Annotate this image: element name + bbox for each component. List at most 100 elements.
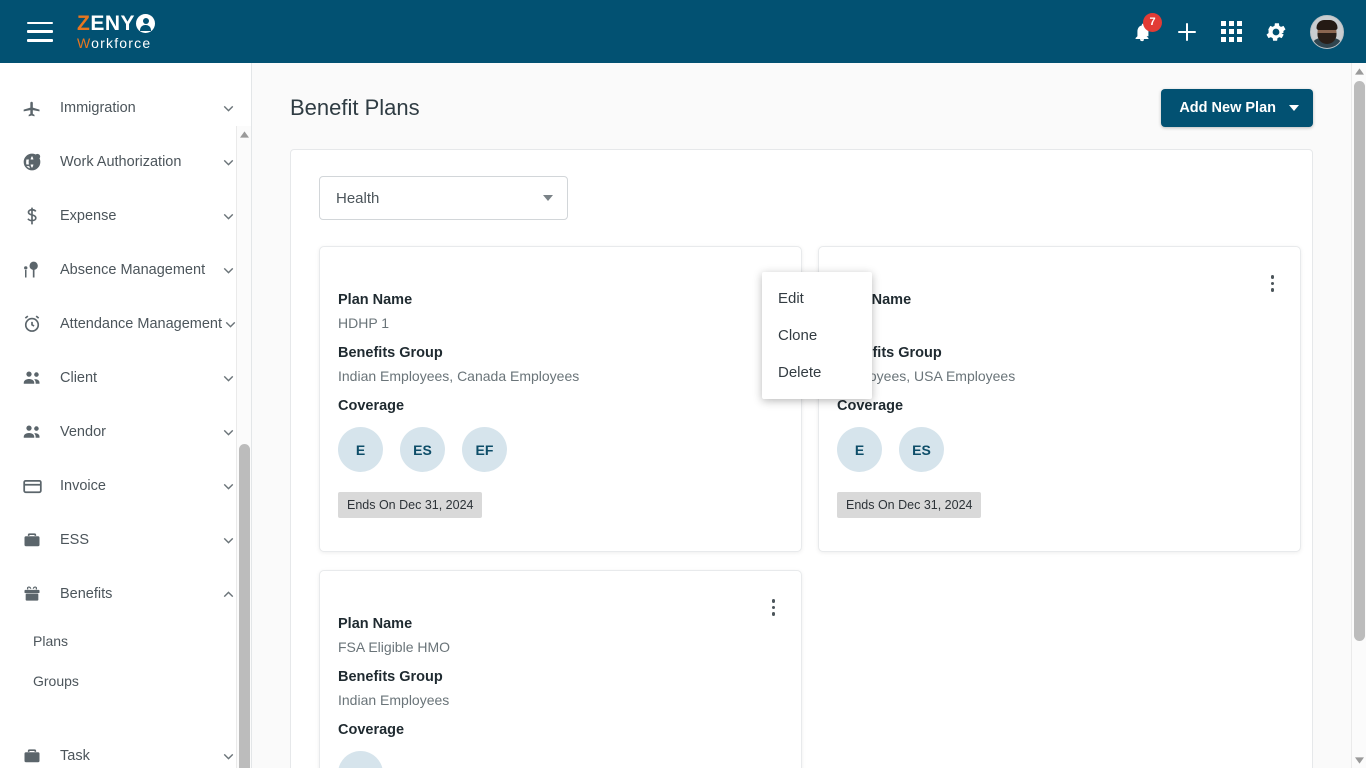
plan-end-date-badge: Ends On Dec 31, 2024 — [338, 492, 483, 518]
coverage-chip[interactable]: ES — [899, 427, 944, 472]
chevron-down-icon[interactable] — [220, 154, 237, 171]
card-options-menu-icon[interactable] — [1267, 271, 1279, 296]
plan-category-select[interactable]: Health — [319, 176, 568, 220]
sidebar-nav-list: Immigration Work Authorization Expense A… — [0, 63, 251, 768]
alarm-clock-icon — [20, 314, 44, 334]
card-options-menu-icon[interactable] — [768, 595, 780, 620]
chevron-down-icon[interactable] — [220, 262, 237, 279]
plan-card[interactable]: Plan Name 2 Benefits Group Employees, US… — [818, 246, 1301, 552]
notifications-button[interactable]: 7 — [1131, 12, 1162, 43]
coverage-chip[interactable]: ES — [400, 427, 445, 472]
add-button[interactable] — [1175, 20, 1199, 44]
context-menu-item-label: Clone — [778, 327, 818, 344]
briefcase-icon — [20, 746, 44, 766]
plan-card[interactable]: Plan Name HDHP 1 Benefits Group Indian E… — [319, 246, 802, 552]
chevron-down-icon — [1289, 105, 1299, 111]
sidebar-item-label: Absence Management — [60, 262, 206, 278]
benefits-group-label: Benefits Group — [837, 345, 942, 361]
coverage-chip[interactable]: E — [338, 427, 383, 472]
sidebar-item-label: Task — [60, 748, 90, 764]
chevron-down-icon[interactable] — [220, 208, 237, 225]
plan-name-value: FSA Eligible HMO — [338, 639, 451, 655]
settings-button[interactable] — [1264, 20, 1288, 44]
page-title: Benefit Plans — [290, 95, 420, 120]
chevron-down-icon — [543, 195, 553, 201]
page-scroll-up-icon[interactable] — [1352, 63, 1366, 79]
benefits-group-label: Benefits Group — [338, 345, 443, 361]
sidebar-item-plans[interactable]: Plans — [0, 621, 251, 661]
card-icon — [20, 476, 44, 497]
coverage-label: Coverage — [338, 722, 405, 738]
add-new-plan-button[interactable]: Add New Plan — [1161, 89, 1313, 127]
sidebar-item-absence-management[interactable]: Absence Management — [0, 243, 251, 297]
chevron-down-icon[interactable] — [220, 532, 237, 549]
sidebar-item-attendance-management[interactable]: Attendance Management — [0, 297, 251, 351]
plans-panel: Health Plan Name HDHP 1 Benefits Group I… — [290, 149, 1313, 768]
chevron-down-icon[interactable] — [220, 748, 237, 765]
chevron-down-icon[interactable] — [220, 370, 237, 387]
sidebar-item-task[interactable]: Task — [0, 729, 251, 768]
sidebar-subitem-label: Groups — [33, 673, 79, 689]
sidebar-scroll-up-icon[interactable] — [237, 126, 251, 142]
sidebar-subitem-label: Plans — [33, 633, 69, 649]
page-header: Benefit Plans Add New Plan — [252, 63, 1351, 127]
sidebar-item-client[interactable]: Client — [0, 351, 251, 405]
chevron-up-icon[interactable] — [220, 586, 237, 603]
add-new-plan-label: Add New Plan — [1179, 100, 1276, 116]
dollar-icon — [20, 206, 44, 226]
coverage-chips: E ES — [837, 427, 1278, 472]
sidebar-scroll-thumb[interactable] — [239, 444, 250, 768]
plus-icon — [1178, 22, 1196, 41]
page-scroll-down-icon[interactable] — [1352, 752, 1366, 768]
briefcase-icon — [20, 530, 44, 550]
chevron-down-icon[interactable] — [220, 478, 237, 495]
sidebar-scrollbar[interactable] — [236, 126, 251, 768]
plan-name-value: HDHP 1 — [338, 315, 390, 331]
sidebar-item-ess[interactable]: ESS — [0, 513, 251, 567]
gear-icon — [1266, 22, 1286, 41]
app-logo[interactable]: Z ENY Workforce — [77, 12, 156, 50]
chevron-down-icon[interactable] — [220, 424, 237, 441]
sidebar-item-work-authorization[interactable]: Work Authorization — [0, 135, 251, 189]
context-menu-item-delete[interactable]: Delete — [762, 354, 872, 391]
coverage-chip[interactable]: E — [338, 751, 383, 768]
topbar-actions: 7 — [1131, 12, 1344, 49]
sidebar-item-label: Immigration — [60, 100, 136, 116]
page-scroll-thumb[interactable] — [1354, 81, 1365, 641]
chevron-down-icon[interactable] — [220, 100, 237, 117]
hamburger-menu-icon[interactable] — [27, 21, 53, 42]
sidebar-item-benefits[interactable]: Benefits — [0, 567, 251, 621]
main-content: Benefit Plans Add New Plan Health Plan N… — [252, 63, 1351, 768]
coverage-label: Coverage — [837, 398, 904, 414]
grid-apps-icon — [1221, 21, 1242, 42]
logo-secondary-text: Workforce — [77, 36, 155, 50]
plan-card[interactable]: Plan Name FSA Eligible HMO Benefits Grou… — [319, 570, 802, 768]
user-avatar[interactable] — [1310, 14, 1344, 49]
sidebar-item-groups[interactable]: Groups — [0, 661, 251, 701]
sidebar-item-label: Client — [60, 370, 98, 386]
plan-end-date-badge: Ends On Dec 31, 2024 — [837, 492, 982, 518]
context-menu-item-edit[interactable]: Edit — [762, 280, 872, 317]
logo-letter-z: Z — [77, 12, 91, 35]
apps-button[interactable] — [1221, 21, 1242, 42]
sidebar-item-immigration[interactable]: Immigration — [0, 81, 251, 135]
sidebar-item-invoice[interactable]: Invoice — [0, 459, 251, 513]
coverage-chip[interactable]: EF — [462, 427, 507, 472]
context-menu-item-clone[interactable]: Clone — [762, 317, 872, 354]
plan-name-label: Plan Name — [338, 616, 413, 632]
plan-category-value: Health — [336, 189, 380, 207]
coverage-chips: E ES EF — [338, 427, 779, 472]
coverage-chip[interactable]: E — [837, 427, 882, 472]
plan-name-label: Plan Name — [837, 292, 912, 308]
coverage-label: Coverage — [338, 398, 405, 414]
sidebar-item-label: Attendance Management — [60, 316, 223, 332]
context-menu-item-label: Edit — [778, 290, 804, 307]
sidebar-item-expense[interactable]: Expense — [0, 189, 251, 243]
page-scrollbar[interactable] — [1351, 63, 1366, 768]
notification-count-badge: 7 — [1143, 12, 1162, 32]
logo-letters-orkforce: orkforce — [91, 35, 152, 51]
logo-person-circle-icon — [136, 14, 156, 33]
sidebar-item-label: Benefits — [60, 586, 113, 602]
sidebar-item-vendor[interactable]: Vendor — [0, 405, 251, 459]
logo-primary-text: Z ENY — [77, 12, 156, 35]
